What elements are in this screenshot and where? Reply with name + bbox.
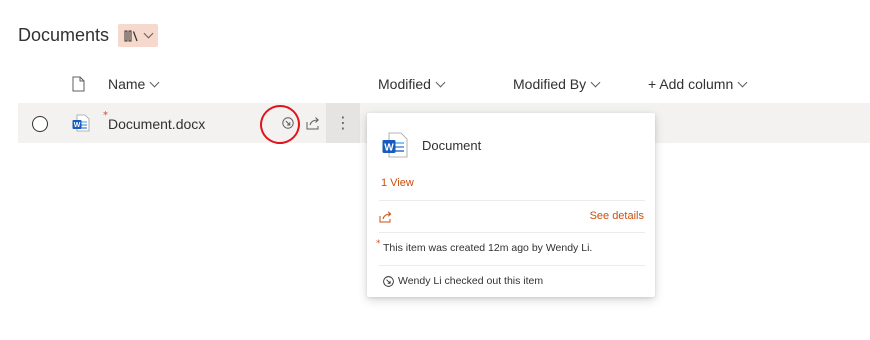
file-name-link[interactable]: Document.docx xyxy=(108,116,205,132)
view-switcher-button[interactable] xyxy=(118,24,158,47)
share-icon[interactable] xyxy=(304,114,322,132)
word-icon: W xyxy=(72,114,90,132)
hover-card-title[interactable]: Document xyxy=(422,138,481,153)
file-type-header[interactable] xyxy=(72,76,85,92)
column-header-modified-by[interactable]: Modified By xyxy=(513,76,601,92)
file-hover-card: W Document 1 View See details ⁎ This ite… xyxy=(367,113,655,297)
row-select-radio[interactable] xyxy=(32,116,48,132)
chevron-down-icon xyxy=(737,77,748,87)
add-column-label: + Add column xyxy=(648,76,734,92)
add-column-button[interactable]: + Add column xyxy=(648,76,748,92)
file-type-icon xyxy=(72,76,85,92)
activity-created-text: This item was created 12m ago by Wendy L… xyxy=(383,242,593,254)
page-title: Documents xyxy=(18,25,110,45)
chevron-down-icon xyxy=(590,77,601,87)
column-header-modified[interactable]: Modified xyxy=(378,76,446,92)
new-item-icon: ⁎ xyxy=(376,235,381,245)
divider xyxy=(379,232,645,233)
checked-out-icon xyxy=(383,276,394,287)
checked-out-icon[interactable] xyxy=(280,115,296,131)
divider xyxy=(379,200,645,201)
activity-checked-out-text: Wendy Li checked out this item xyxy=(398,275,544,287)
svg-text:W: W xyxy=(384,143,394,154)
see-details-link[interactable]: See details xyxy=(590,210,644,222)
word-icon: W xyxy=(382,132,408,158)
svg-text:W: W xyxy=(74,122,81,129)
column-header-name[interactable]: Name xyxy=(108,76,160,92)
chevron-down-icon xyxy=(149,77,160,87)
column-header-modified-by-label: Modified By xyxy=(513,76,587,92)
more-vertical-icon: ⋮ xyxy=(335,115,351,132)
share-icon[interactable] xyxy=(378,209,394,225)
view-count-link[interactable]: 1 View xyxy=(381,177,414,189)
library-icon xyxy=(124,30,138,41)
chevron-down-icon xyxy=(143,28,154,39)
more-options-button[interactable]: ⋮ xyxy=(326,103,360,143)
column-header-name-label: Name xyxy=(108,76,146,92)
chevron-down-icon xyxy=(435,77,446,87)
divider xyxy=(379,265,645,266)
column-header-modified-label: Modified xyxy=(378,76,431,92)
